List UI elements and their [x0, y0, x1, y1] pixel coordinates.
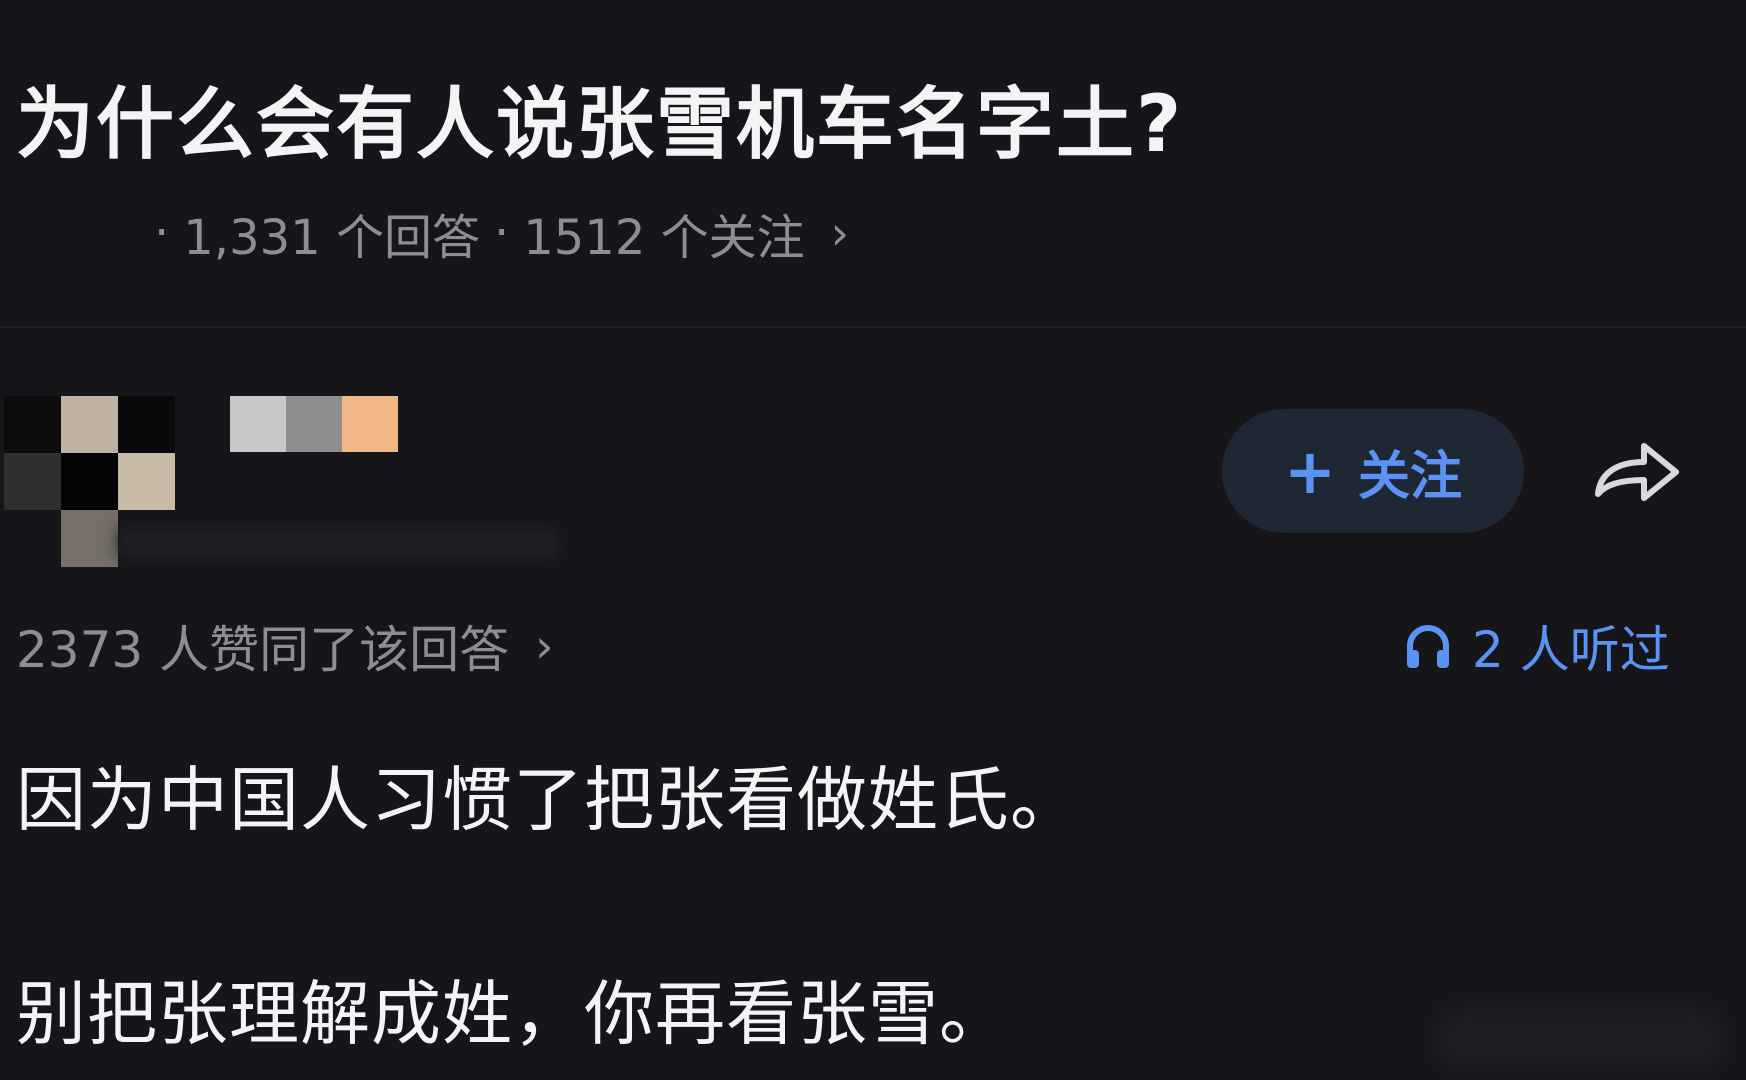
answer-paragraph: 别把张理解成姓，你再看张雪。 — [16, 973, 1010, 1055]
watermark — [1440, 1010, 1720, 1066]
plus-icon: + — [1284, 434, 1336, 508]
answer-paragraph: 因为中国人习惯了把张看做姓氏。 — [16, 759, 1081, 841]
listen-count: 2 人听过 — [1472, 621, 1670, 679]
author-name-pixel — [286, 396, 342, 452]
meta-separator: · — [493, 205, 510, 261]
avatar-pixel — [4, 396, 61, 453]
share-icon[interactable] — [1588, 436, 1684, 508]
author-name-pixel — [342, 396, 398, 452]
avatar-pixel — [118, 453, 175, 510]
question-title: 为什么会有人说张雪机车名字土? — [16, 80, 1184, 170]
approval-text: 2373 人赞同了该回答 — [16, 621, 510, 679]
divider — [0, 326, 1746, 328]
answer-count: 1,331 个回答 — [183, 210, 480, 266]
author-name-pixel — [230, 396, 286, 452]
meta-separator: · — [154, 205, 170, 261]
approval-summary[interactable]: 2373 人赞同了该回答 › — [16, 610, 554, 682]
avatar-pixel — [61, 453, 118, 510]
chevron-right-icon: › — [535, 619, 554, 673]
avatar-pixel — [61, 396, 118, 453]
author-bio — [118, 528, 558, 558]
follow-button[interactable]: + 关注 — [1222, 409, 1524, 533]
headphones-icon — [1407, 625, 1449, 668]
avatar-pixel — [118, 396, 175, 453]
question-meta[interactable]: · 1,331 个回答 · 1512 个关注 › — [140, 198, 849, 268]
author-name[interactable] — [230, 396, 398, 452]
avatar-pixel — [4, 453, 61, 510]
follower-count: 1512 个关注 — [523, 210, 805, 266]
follow-label: 关注 — [1357, 446, 1462, 507]
avatar-pixel — [61, 510, 118, 567]
chevron-right-icon: › — [830, 206, 850, 260]
listen-button[interactable]: 2 人听过 — [1404, 610, 1670, 682]
avatar-pixel — [4, 510, 61, 567]
